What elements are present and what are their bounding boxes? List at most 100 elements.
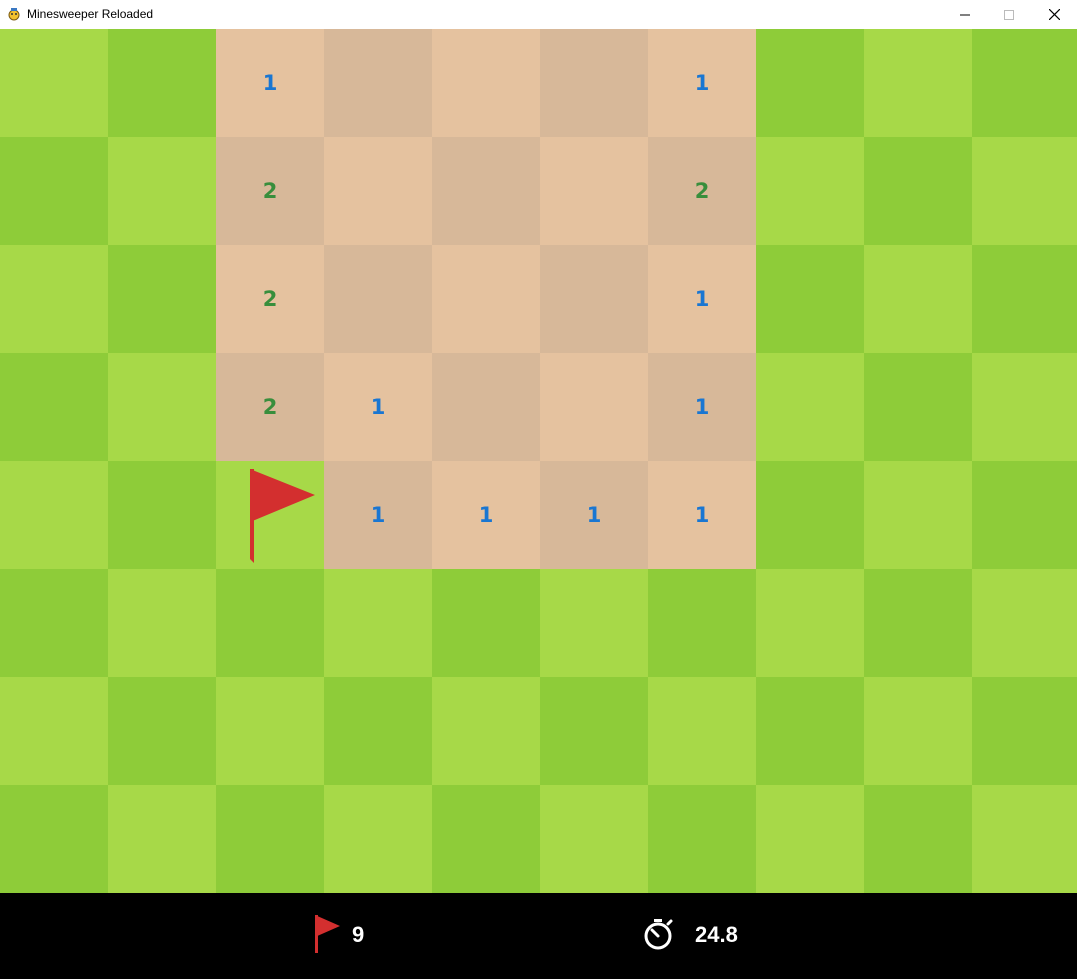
revealed-cell[interactable]: 2 bbox=[216, 137, 324, 245]
hidden-cell[interactable] bbox=[0, 461, 108, 569]
mine-count: 2 bbox=[694, 179, 710, 203]
revealed-empty-cell[interactable] bbox=[324, 245, 432, 353]
hidden-cell[interactable] bbox=[756, 137, 864, 245]
hidden-cell[interactable] bbox=[324, 677, 432, 785]
hidden-cell[interactable] bbox=[324, 569, 432, 677]
hidden-cell[interactable] bbox=[108, 785, 216, 893]
hidden-cell[interactable] bbox=[108, 29, 216, 137]
window-title: Minesweeper Reloaded bbox=[27, 7, 154, 21]
minimize-button[interactable] bbox=[942, 0, 988, 29]
hidden-cell[interactable] bbox=[324, 785, 432, 893]
hidden-cell[interactable] bbox=[972, 785, 1077, 893]
status-bar bbox=[0, 893, 1077, 979]
hidden-cell[interactable] bbox=[540, 569, 648, 677]
hidden-cell[interactable] bbox=[864, 677, 972, 785]
revealed-empty-cell[interactable] bbox=[540, 137, 648, 245]
hidden-cell[interactable] bbox=[540, 785, 648, 893]
revealed-cell[interactable]: 1 bbox=[216, 29, 324, 137]
hidden-cell[interactable] bbox=[864, 569, 972, 677]
hidden-cell[interactable] bbox=[0, 677, 108, 785]
hidden-cell[interactable] bbox=[756, 461, 864, 569]
hidden-cell[interactable] bbox=[108, 245, 216, 353]
mine-count: 1 bbox=[370, 395, 386, 419]
hidden-cell[interactable] bbox=[540, 677, 648, 785]
maximize-button[interactable] bbox=[986, 0, 1032, 29]
revealed-empty-cell[interactable] bbox=[432, 245, 540, 353]
hidden-cell[interactable] bbox=[108, 353, 216, 461]
app-icon bbox=[8, 8, 20, 21]
hidden-cell[interactable] bbox=[864, 785, 972, 893]
hidden-cell[interactable] bbox=[864, 29, 972, 137]
revealed-cell[interactable]: 1 bbox=[432, 461, 540, 569]
hidden-cell[interactable] bbox=[0, 245, 108, 353]
mine-count: 1 bbox=[694, 395, 710, 419]
hidden-cell[interactable] bbox=[756, 29, 864, 137]
revealed-cell[interactable]: 1 bbox=[648, 245, 756, 353]
hidden-cell[interactable] bbox=[216, 785, 324, 893]
hidden-cell[interactable] bbox=[108, 461, 216, 569]
mine-count: 1 bbox=[478, 503, 494, 527]
mine-count: 1 bbox=[370, 503, 386, 527]
hidden-cell[interactable] bbox=[972, 245, 1077, 353]
revealed-cell[interactable]: 1 bbox=[324, 461, 432, 569]
hidden-cell[interactable] bbox=[864, 353, 972, 461]
minimize-icon bbox=[960, 14, 970, 15]
stopwatch-icon bbox=[644, 919, 673, 950]
hidden-cell[interactable] bbox=[972, 353, 1077, 461]
revealed-cell[interactable]: 1 bbox=[648, 461, 756, 569]
hidden-cell[interactable] bbox=[648, 569, 756, 677]
hidden-cell[interactable] bbox=[864, 461, 972, 569]
hidden-cell[interactable] bbox=[0, 137, 108, 245]
close-button[interactable] bbox=[1031, 0, 1077, 29]
hidden-cell[interactable] bbox=[0, 29, 108, 137]
flagged-cell[interactable] bbox=[216, 461, 324, 569]
mine-count: 1 bbox=[694, 503, 710, 527]
hidden-cell[interactable] bbox=[648, 785, 756, 893]
game-board[interactable]: 1 1 2 2 2 1 2 1 1 1 1 1 1 bbox=[0, 29, 1077, 893]
hidden-cell[interactable] bbox=[216, 677, 324, 785]
revealed-empty-cell[interactable] bbox=[432, 353, 540, 461]
revealed-cell[interactable]: 2 bbox=[216, 245, 324, 353]
hidden-cell[interactable] bbox=[972, 461, 1077, 569]
hidden-cell[interactable] bbox=[972, 29, 1077, 137]
hidden-cell[interactable] bbox=[432, 677, 540, 785]
revealed-empty-cell[interactable] bbox=[432, 29, 540, 137]
revealed-cell[interactable]: 1 bbox=[540, 461, 648, 569]
revealed-empty-cell[interactable] bbox=[324, 29, 432, 137]
hidden-cell[interactable] bbox=[0, 569, 108, 677]
hidden-cell[interactable] bbox=[756, 785, 864, 893]
revealed-cell[interactable]: 1 bbox=[648, 29, 756, 137]
hidden-cell[interactable] bbox=[756, 245, 864, 353]
revealed-cell[interactable]: 2 bbox=[648, 137, 756, 245]
hidden-cell[interactable] bbox=[972, 569, 1077, 677]
revealed-empty-cell[interactable] bbox=[324, 137, 432, 245]
revealed-empty-cell[interactable] bbox=[540, 245, 648, 353]
revealed-cell[interactable]: 1 bbox=[324, 353, 432, 461]
hidden-cell[interactable] bbox=[864, 245, 972, 353]
elapsed-time: 24.8 bbox=[695, 922, 738, 947]
hidden-cell[interactable] bbox=[432, 785, 540, 893]
revealed-empty-cell[interactable] bbox=[432, 137, 540, 245]
hidden-cell[interactable] bbox=[864, 137, 972, 245]
mine-count: 1 bbox=[586, 503, 602, 527]
mine-count: 1 bbox=[694, 287, 710, 311]
hidden-cell[interactable] bbox=[108, 569, 216, 677]
hidden-cell[interactable] bbox=[108, 677, 216, 785]
mine-count: 2 bbox=[262, 287, 278, 311]
hidden-cell[interactable] bbox=[756, 677, 864, 785]
hidden-cell[interactable] bbox=[648, 677, 756, 785]
hidden-cell[interactable] bbox=[216, 569, 324, 677]
revealed-cell[interactable]: 1 bbox=[648, 353, 756, 461]
hidden-cell[interactable] bbox=[972, 677, 1077, 785]
flags-remaining: 9 bbox=[352, 922, 365, 947]
hidden-cell[interactable] bbox=[972, 137, 1077, 245]
hidden-cell[interactable] bbox=[0, 785, 108, 893]
hidden-cell[interactable] bbox=[756, 353, 864, 461]
hidden-cell[interactable] bbox=[432, 569, 540, 677]
hidden-cell[interactable] bbox=[0, 353, 108, 461]
revealed-empty-cell[interactable] bbox=[540, 353, 648, 461]
revealed-empty-cell[interactable] bbox=[540, 29, 648, 137]
hidden-cell[interactable] bbox=[756, 569, 864, 677]
hidden-cell[interactable] bbox=[108, 137, 216, 245]
revealed-cell[interactable]: 2 bbox=[216, 353, 324, 461]
